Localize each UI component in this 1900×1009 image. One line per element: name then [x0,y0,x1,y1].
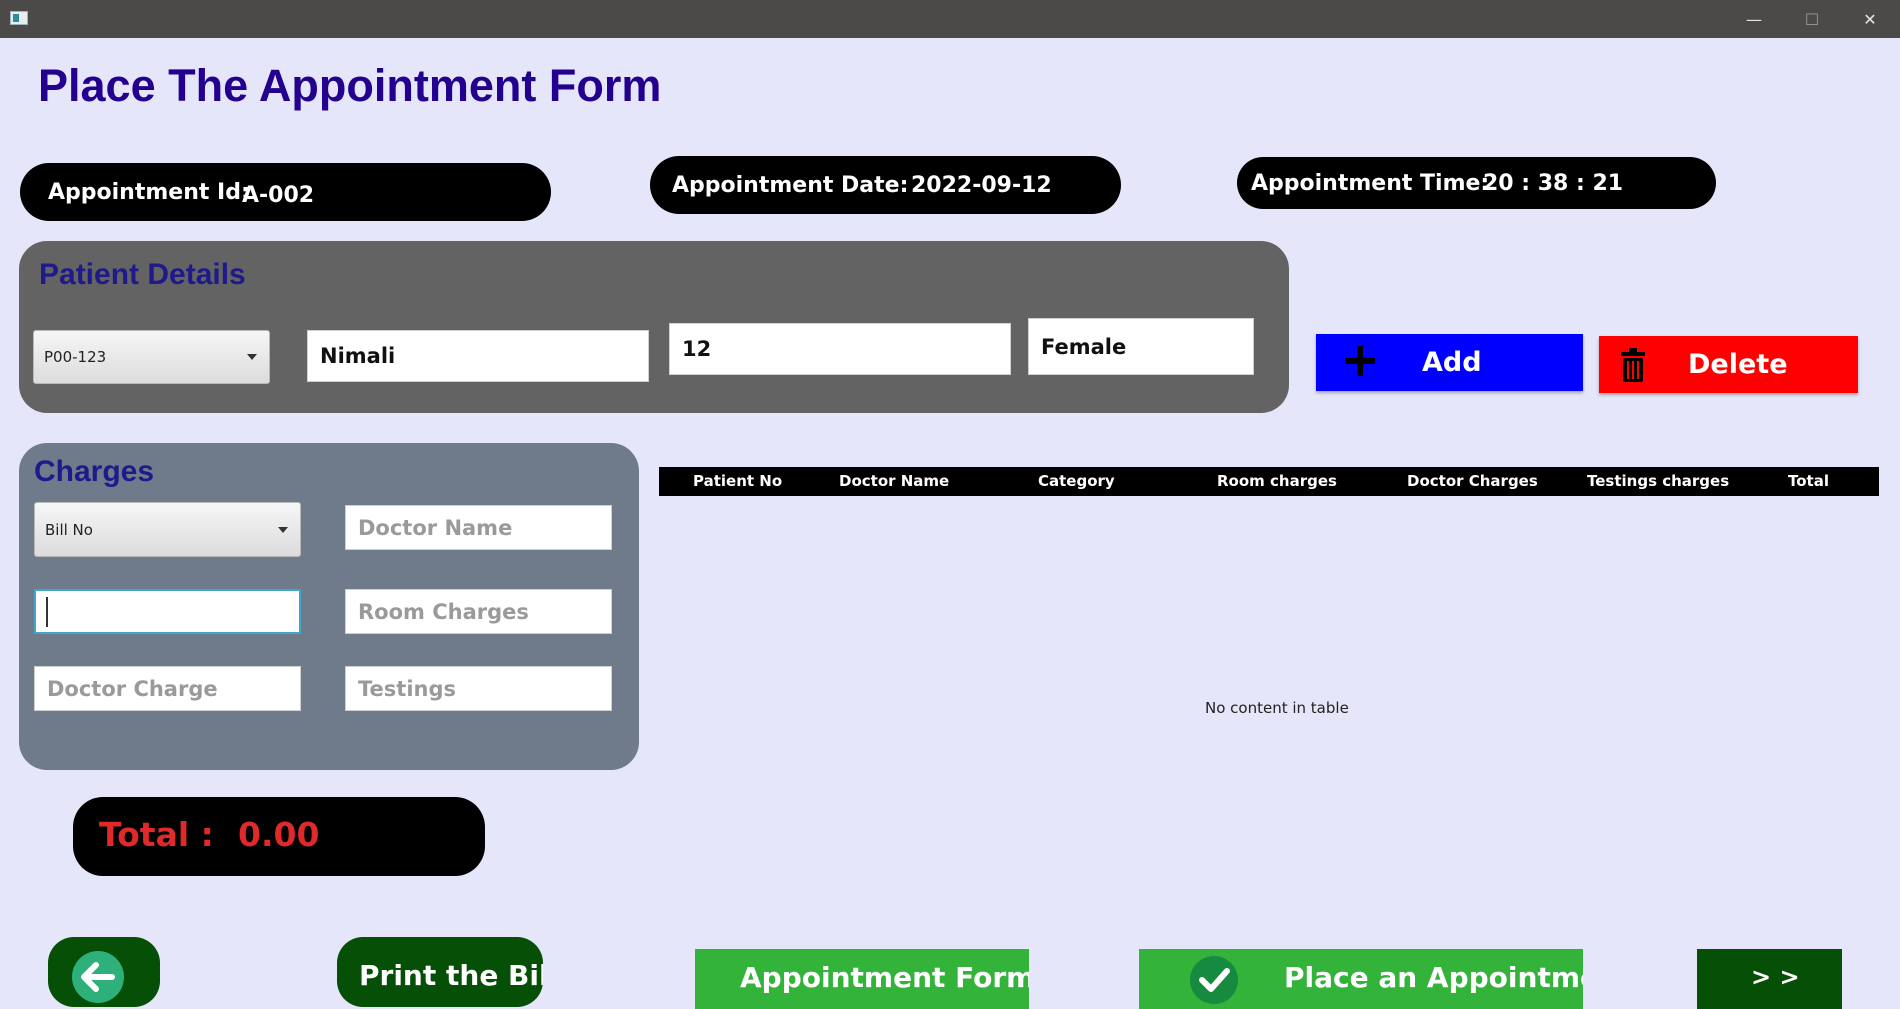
appointment-time-label: Appointment Time: [1251,170,1490,196]
app-icon [10,11,28,25]
minimize-icon[interactable]: — [1725,0,1783,38]
column-header-doctor-charges[interactable]: Doctor Charges [1407,467,1538,496]
next-button[interactable]: > > [1697,949,1842,1009]
appointment-form-label: Appointment Form [740,961,1029,994]
appointment-date-label: Appointment Date: [672,172,909,198]
patient-id-selected: P00-123 [44,348,107,366]
chevron-down-icon [247,354,257,360]
column-header-doctor-name[interactable]: Doctor Name [839,467,949,496]
testings-input[interactable]: Testings [345,666,612,711]
patient-age-input[interactable]: 12 [669,323,1011,375]
delete-button[interactable]: Delete [1599,336,1858,393]
table-empty-message: No content in table [1205,699,1349,717]
total-label: Total : [99,815,214,854]
room-charges-input[interactable]: Room Charges [345,589,612,634]
appointment-time-pill: Appointment Time: 20 : 38 : 21 [1237,157,1716,209]
delete-button-label: Delete [1688,349,1788,380]
doctor-name-input[interactable]: Doctor Name [345,505,612,550]
bill-no-selected: Bill No [45,520,93,539]
close-icon[interactable]: ✕ [1841,0,1899,38]
bill-no-select[interactable]: Bill No [34,502,301,557]
add-button[interactable]: Add [1316,334,1583,391]
window-titlebar: — ☐ ✕ [0,0,1900,38]
column-header-room-charges[interactable]: Room charges [1217,467,1337,496]
column-header-testings-charges[interactable]: Testings charges [1587,467,1729,496]
appointment-time-value: 20 : 38 : 21 [1483,170,1624,196]
charges-panel: Charges Bill No Doctor Name Room Charges… [19,443,639,770]
plus-icon [1345,346,1375,376]
back-button[interactable] [48,937,160,1007]
print-bill-button[interactable]: Print the Bill [337,937,543,1007]
arrow-left-icon [72,951,124,1003]
text-cursor [46,596,48,627]
appointment-date-value: 2022-09-12 [911,172,1052,198]
total-value: 0.00 [238,815,320,854]
maximize-icon[interactable]: ☐ [1783,0,1841,38]
charge-amount-input[interactable] [34,589,301,634]
trash-icon [1621,348,1645,382]
patient-details-heading: Patient Details [39,258,246,291]
column-header-total[interactable]: Total [1788,467,1829,496]
next-label: > > [1751,963,1800,991]
print-bill-label: Print the Bill [359,959,543,992]
appointment-form-button[interactable]: Appointment Form [695,949,1029,1009]
appointment-id-value: A-002 [242,183,315,208]
appointments-table-header: Patient No Doctor Name Category Room cha… [659,467,1879,496]
page-title: Place The Appointment Form [38,60,662,111]
appointment-id-pill: Appointment Id: A-002 [20,163,551,221]
appointment-date-pill: Appointment Date: 2022-09-12 [650,156,1121,214]
add-button-label: Add [1422,347,1482,378]
place-appointment-button[interactable]: Place an Appointment [1139,949,1583,1009]
place-appointment-label: Place an Appointment [1284,961,1583,994]
patient-name-input[interactable]: Nimali [307,330,649,382]
column-header-patient-no[interactable]: Patient No [693,467,782,496]
appointment-id-label: Appointment Id: [48,179,250,205]
patient-details-panel: Patient Details P00-123 Nimali 12 Female [19,241,1289,413]
total-pill: Total : 0.00 [73,797,485,876]
charges-heading: Charges [34,455,155,488]
column-header-category[interactable]: Category [1038,467,1115,496]
chevron-down-icon [278,526,288,533]
check-circle-icon [1190,956,1238,1004]
patient-id-select[interactable]: P00-123 [33,330,270,384]
patient-gender-input[interactable]: Female [1028,318,1254,375]
doctor-charge-input[interactable]: Doctor Charge [34,666,301,711]
